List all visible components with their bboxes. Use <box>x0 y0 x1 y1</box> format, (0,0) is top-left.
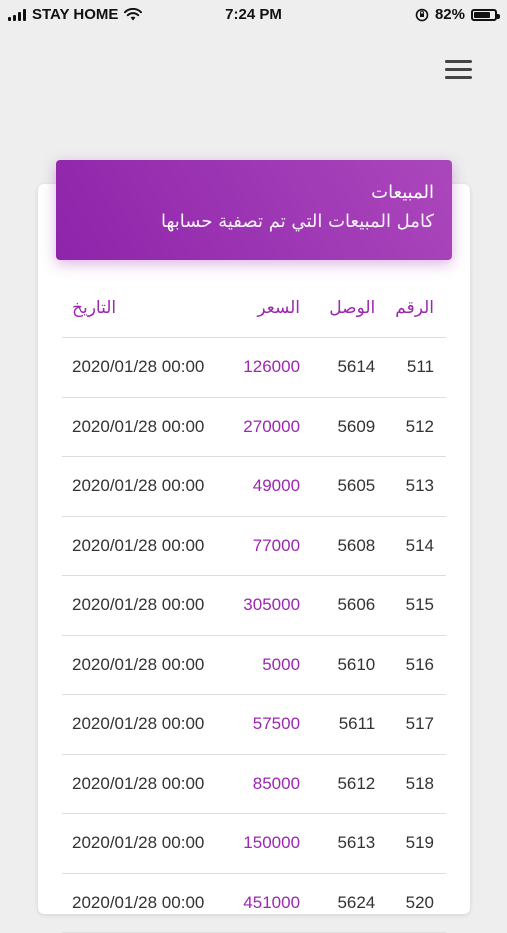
cell-receipt: 5624 <box>300 873 376 933</box>
cell-price: 49000 <box>212 456 301 517</box>
cell-receipt: 5613 <box>300 813 376 874</box>
cell-receipt: 5606 <box>300 575 376 636</box>
cell-receipt: 5611 <box>300 694 376 755</box>
cell-price: 126000 <box>212 337 301 398</box>
table-header-row: الرقم الوصل السعر التاريخ <box>62 278 446 338</box>
cell-receipt: 5612 <box>300 754 376 814</box>
cell-price: 77000 <box>212 516 301 576</box>
signal-icon <box>8 8 26 21</box>
table-row[interactable]: 511 5614 126000 2020/01/28 00:00 <box>62 337 446 398</box>
cell-date: 2020/01/28 00:00 <box>62 456 213 517</box>
header-number: الرقم <box>375 278 446 338</box>
hamburger-menu-icon[interactable] <box>445 58 473 80</box>
cell-number: 517 <box>375 694 446 755</box>
battery-fill <box>474 11 490 18</box>
cell-number: 520 <box>375 873 446 933</box>
table-row[interactable]: 517 5611 57500 2020/01/28 00:00 <box>62 694 446 755</box>
table-row[interactable]: 512 5609 270000 2020/01/28 00:00 <box>62 397 446 457</box>
carrier-label: STAY HOME <box>32 6 119 23</box>
cell-price: 305000 <box>212 575 301 636</box>
header-price: السعر <box>212 278 301 338</box>
cell-receipt: 5614 <box>300 337 376 398</box>
cell-date: 2020/01/28 00:00 <box>62 397 213 457</box>
cell-date: 2020/01/28 00:00 <box>62 813 213 874</box>
battery-percent: 82% <box>434 6 465 23</box>
card-header: المبيعات كامل المبيعات التي تم تصفية حسا… <box>56 160 452 260</box>
header-date: التاريخ <box>62 278 213 338</box>
sales-table: الرقم الوصل السعر التاريخ 511 5614 126000 2… <box>62 278 446 933</box>
cell-date: 2020/01/28 00:00 <box>62 694 213 755</box>
cell-receipt: 5608 <box>300 516 376 576</box>
cell-receipt: 5610 <box>300 635 376 695</box>
header-receipt: الوصل <box>300 278 376 338</box>
cell-number: 511 <box>375 337 446 398</box>
cell-price: 5000 <box>212 635 301 695</box>
table-row[interactable]: 515 5606 305000 2020/01/28 00:00 <box>62 575 446 636</box>
cell-number: 516 <box>375 635 446 695</box>
cell-number: 519 <box>375 813 446 874</box>
cell-price: 451000 <box>212 873 301 933</box>
cell-number: 515 <box>375 575 446 636</box>
cell-date: 2020/01/28 00:00 <box>62 873 213 933</box>
cell-price: 150000 <box>212 813 301 874</box>
wifi-icon <box>124 8 143 21</box>
cell-number: 513 <box>375 456 446 517</box>
cell-date: 2020/01/28 00:00 <box>62 575 213 636</box>
battery-icon <box>471 8 500 21</box>
cell-date: 2020/01/28 00:00 <box>62 516 213 576</box>
table-row[interactable]: 518 5612 85000 2020/01/28 00:00 <box>62 754 446 814</box>
status-bar-right: 82% <box>415 6 500 23</box>
status-bar: STAY HOME 7:24 PM 82% <box>0 0 507 30</box>
cell-price: 85000 <box>212 754 301 814</box>
cell-price: 57500 <box>212 694 301 755</box>
card-title: المبيعات <box>371 182 434 203</box>
table-row[interactable]: 520 5624 451000 2020/01/28 00:00 <box>62 873 446 933</box>
cell-number: 514 <box>375 516 446 576</box>
cell-number: 518 <box>375 754 446 814</box>
cell-date: 2020/01/28 00:00 <box>62 337 213 398</box>
cell-receipt: 5605 <box>300 456 376 517</box>
status-bar-left: STAY HOME <box>8 6 143 23</box>
table-row[interactable]: 514 5608 77000 2020/01/28 00:00 <box>62 516 446 576</box>
table-row[interactable]: 513 5605 49000 2020/01/28 00:00 <box>62 456 446 517</box>
cell-number: 512 <box>375 397 446 457</box>
cell-date: 2020/01/28 00:00 <box>62 635 213 695</box>
cell-price: 270000 <box>212 397 301 457</box>
card-subtitle: كامل المبيعات التي تم تصفية حسابها <box>161 211 434 232</box>
table-row[interactable]: 519 5613 150000 2020/01/28 00:00 <box>62 813 446 874</box>
table-row[interactable]: 516 5610 5000 2020/01/28 00:00 <box>62 635 446 695</box>
cell-date: 2020/01/28 00:00 <box>62 754 213 814</box>
orientation-lock-icon <box>415 8 429 21</box>
cell-receipt: 5609 <box>300 397 376 457</box>
